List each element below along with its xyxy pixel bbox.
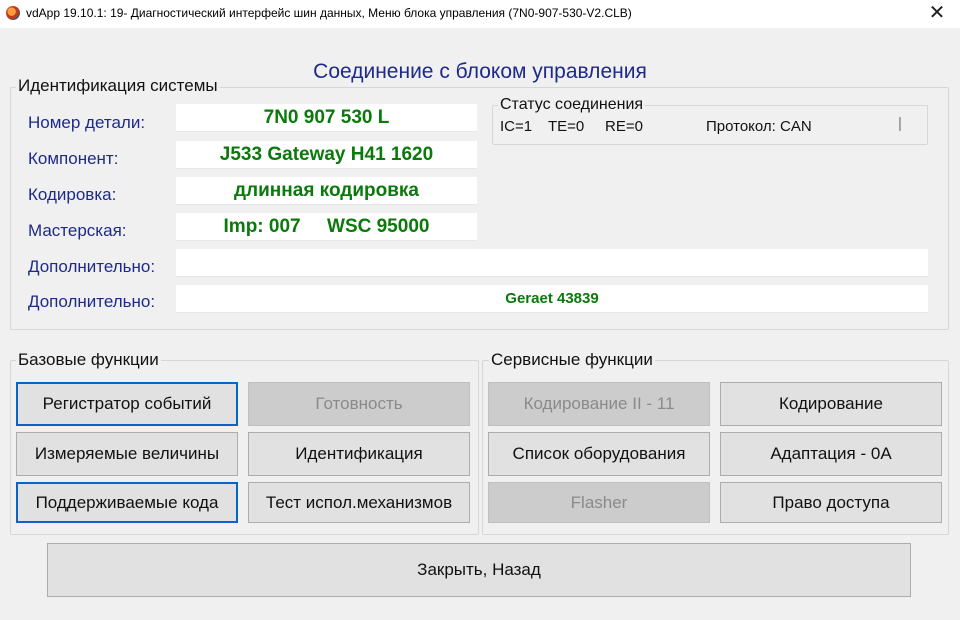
identification-group-label: Идентификация системы (16, 76, 220, 96)
app-logo-icon (6, 6, 20, 20)
flasher-button[interactable]: Flasher (488, 482, 710, 523)
status-te: TE=0 (548, 118, 585, 135)
workshop-label: Мастерская: (28, 221, 127, 240)
title-bar: vdApp 19.10.1: 19- Диагностический интер… (0, 0, 960, 28)
extra-1-value (176, 249, 928, 277)
close-icon[interactable]: ✕ (922, 1, 952, 27)
coding-label: Кодировка: (28, 185, 117, 204)
extra-2-label: Дополнительно: (28, 292, 156, 311)
supported-codes-button[interactable]: Поддерживаемые кода (16, 482, 238, 523)
workshop-value: Imp: 007 WSC 95000 (176, 213, 477, 241)
actuator-test-button[interactable]: Тест испол.механизмов (248, 482, 470, 523)
coding-ii-button[interactable]: Кодирование II - 11 (488, 382, 710, 426)
component-label: Компонент: (28, 149, 119, 168)
measured-values-button[interactable]: Измеряемые величины (16, 432, 238, 476)
connection-status-label: Статус соединения (498, 96, 646, 114)
window-title: vdApp 19.10.1: 19- Диагностический интер… (26, 6, 632, 20)
equipment-list-button[interactable]: Список оборудования (488, 432, 710, 476)
coding-button[interactable]: Кодирование (720, 382, 942, 426)
extra-2-value: Geraet 43839 (176, 285, 928, 313)
close-back-button[interactable]: Закрыть, Назад (47, 543, 911, 597)
identification-button[interactable]: Идентификация (248, 432, 470, 476)
component-value: J533 Gateway H41 1620 (176, 141, 477, 169)
event-recorder-button[interactable]: Регистратор событий (16, 382, 238, 426)
status-indicator: | (898, 115, 902, 132)
part-number-label: Номер детали: (28, 113, 146, 132)
extra-1-label: Дополнительно: (28, 257, 156, 276)
readiness-button[interactable]: Готовность (248, 382, 470, 426)
access-rights-button[interactable]: Право доступа (720, 482, 942, 523)
status-ic: IC=1 (500, 118, 533, 135)
status-protocol: Протокол: CAN (706, 118, 812, 135)
basic-functions-label: Базовые функции (16, 350, 161, 370)
part-number-value: 7N0 907 530 L (176, 104, 477, 132)
service-functions-label: Сервисные функции (489, 350, 655, 370)
adaptation-button[interactable]: Адаптация - 0A (720, 432, 942, 476)
status-re: RE=0 (605, 118, 643, 135)
coding-value: длинная кодировка (176, 177, 477, 205)
